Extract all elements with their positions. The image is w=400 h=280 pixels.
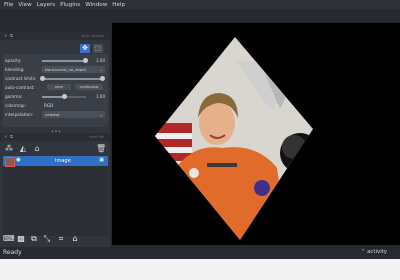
home-icon[interactable]: ⌂ <box>70 234 80 244</box>
layer-list-title: layer list <box>89 135 104 139</box>
auto-contrast-continuous-button[interactable]: continuous <box>75 84 103 90</box>
blending-dropdown[interactable]: translucent_no_depth ⌄ <box>42 65 105 73</box>
layer-list-header: ✕ ⧉ layer list <box>0 133 110 141</box>
status-bar: Ready ⌃ activity <box>0 247 400 259</box>
contrast-max-handle[interactable] <box>100 76 105 81</box>
layer-name[interactable]: Image <box>55 158 71 164</box>
grid-icon[interactable]: ⌗ <box>56 234 66 244</box>
layer-controls-header: ✕ ⧉ layer controls <box>0 32 110 40</box>
layer-type-icon: ▣ <box>99 157 104 163</box>
contrast-min-handle[interactable] <box>40 76 45 81</box>
blending-label: blending: <box>5 67 25 72</box>
colormap-row: colormap: RGB <box>3 101 108 110</box>
gamma-slider-handle[interactable] <box>62 94 67 99</box>
pan-zoom-button[interactable]: ✥ <box>80 44 90 53</box>
gamma-label: gamma: <box>5 94 23 99</box>
colormap-value: RGB <box>44 103 54 108</box>
auto-contrast-once-button[interactable]: once <box>47 84 71 90</box>
layer-controls: opacity: 1.00 blending: translucent_no_d… <box>3 54 108 127</box>
float-panel-icon[interactable]: ⧉ <box>10 33 13 38</box>
image-canvas[interactable] <box>112 23 400 245</box>
gamma-row: gamma: 1.00 <box>3 92 108 101</box>
new-points-layer-icon[interactable]: ⁂ <box>4 144 14 154</box>
rotated-image <box>155 37 313 240</box>
roll-dims-icon[interactable]: ⧉ <box>29 234 39 244</box>
opacity-value[interactable]: 1.00 <box>96 58 105 63</box>
auto-contrast-label: auto-contrast: <box>5 85 35 90</box>
close-panel-icon[interactable]: ✕ <box>4 134 7 139</box>
auto-contrast-row: auto-contrast: once continuous <box>3 83 108 92</box>
contrast-row: contrast limits: <box>3 74 108 83</box>
layer-thumbnail <box>5 157 15 167</box>
interpolation-dropdown[interactable]: nearest ⌄ <box>42 110 105 118</box>
menu-help[interactable]: Help <box>112 2 125 8</box>
transform-button[interactable]: ⬚ <box>93 44 103 53</box>
chevron-down-icon: ⌄ <box>99 111 103 117</box>
visibility-eye-icon[interactable]: ◉ <box>16 157 21 163</box>
transpose-icon[interactable]: ⤡ <box>42 234 52 244</box>
menu-file[interactable]: File <box>4 2 13 8</box>
interpolation-label: interpolation: <box>5 112 34 117</box>
chevron-down-icon: ⌄ <box>99 66 103 72</box>
contrast-range-slider[interactable] <box>40 76 105 81</box>
opacity-slider-handle[interactable] <box>83 58 88 63</box>
activity-toggle[interactable]: ⌃ activity <box>361 249 387 255</box>
menu-bar: File View Layers Plugins Window Help <box>0 0 400 9</box>
bottom-blank <box>0 259 400 280</box>
opacity-label: opacity: <box>5 58 22 63</box>
colormap-label: colormap: <box>5 103 26 108</box>
ndisplay-icon[interactable]: ▩ <box>16 234 26 244</box>
menu-plugins[interactable]: Plugins <box>60 2 80 8</box>
menu-window[interactable]: Window <box>85 2 107 8</box>
gamma-value[interactable]: 1.00 <box>96 94 105 99</box>
blending-row: blending: translucent_no_depth ⌄ <box>3 65 108 74</box>
layer-list <box>3 156 108 236</box>
status-text: Ready <box>3 249 22 256</box>
console-icon[interactable]: ⌨ <box>3 234 15 244</box>
menu-layers[interactable]: Layers <box>37 2 56 8</box>
contrast-label: contrast limits: <box>5 76 37 81</box>
blending-value: translucent_no_depth <box>45 67 87 72</box>
menu-view[interactable]: View <box>18 2 31 8</box>
panel-title: layer controls <box>80 34 104 38</box>
delete-layer-icon[interactable]: 🗑 <box>96 144 106 154</box>
activity-label: activity <box>367 249 387 255</box>
new-shapes-layer-icon[interactable]: ◭ <box>18 144 28 154</box>
opacity-slider[interactable] <box>42 58 88 63</box>
interpolation-value: nearest <box>45 112 60 117</box>
opacity-row: opacity: 1.00 <box>3 56 108 65</box>
interpolation-row: interpolation: nearest ⌄ <box>3 110 108 119</box>
close-panel-icon[interactable]: ✕ <box>4 33 7 38</box>
layer-item-image[interactable]: ◉ Image ▣ <box>3 156 108 167</box>
new-labels-layer-icon[interactable]: ⌂ <box>32 144 42 154</box>
gamma-slider[interactable] <box>42 94 86 99</box>
float-panel-icon[interactable]: ⧉ <box>10 134 13 139</box>
